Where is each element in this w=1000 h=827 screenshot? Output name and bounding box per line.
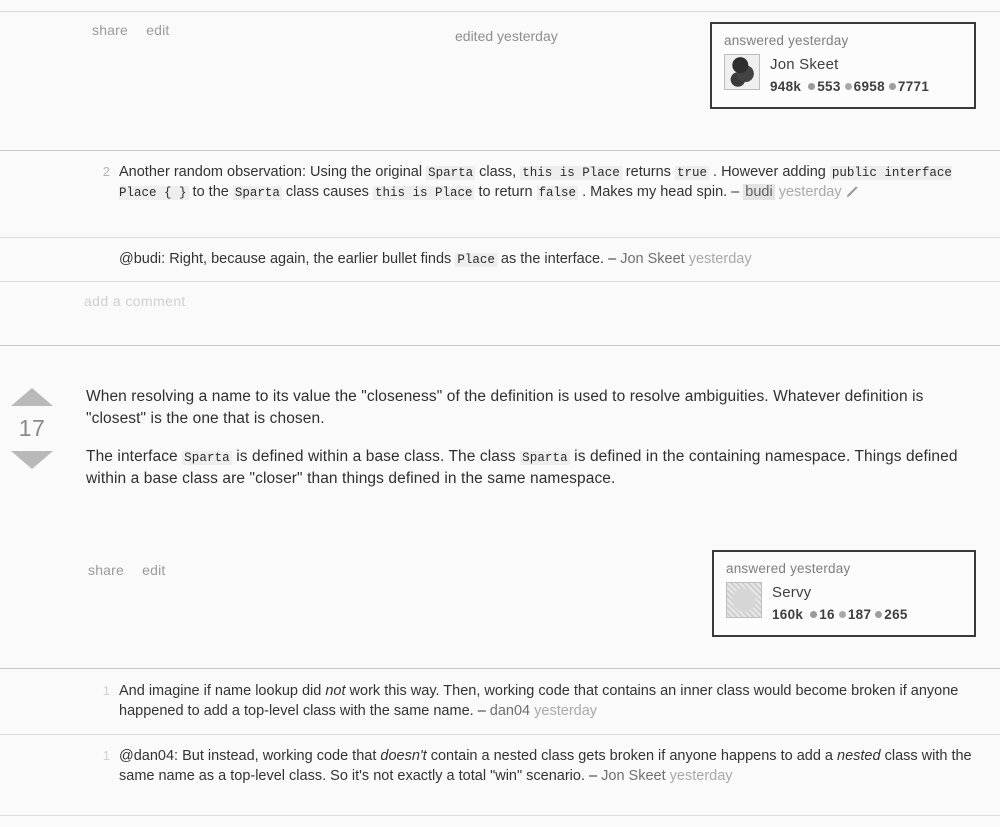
bronze-badge-dot-icon: [888, 82, 896, 90]
inline-code: Sparta: [520, 451, 570, 465]
user-card-jon-skeet[interactable]: answered yesterday Jon Skeet 948k 553 6958…: [710, 22, 976, 109]
share-button[interactable]: share: [92, 22, 128, 38]
divider-comments-second: [0, 668, 1000, 669]
divider-answers-separator: [0, 345, 1000, 346]
divider-comments-top: [0, 150, 1000, 151]
comment-row[interactable]: 2 Another random observation: Using the …: [84, 162, 974, 203]
edit-pencil-icon[interactable]: [846, 186, 858, 198]
answer-body: When resolving a name to its value the "…: [86, 386, 976, 506]
comment-score: [84, 249, 119, 269]
share-button[interactable]: share: [88, 562, 124, 578]
gold-badge-dot-icon: [808, 82, 816, 90]
inline-code: Sparta: [182, 451, 232, 465]
jon-skeet-avatar[interactable]: [724, 54, 760, 90]
comment-timestamp: yesterday: [688, 251, 752, 267]
post-actions-second: share edit: [88, 562, 180, 578]
edit-button[interactable]: edit: [142, 562, 165, 578]
gold-badge: 16: [810, 605, 835, 625]
inline-code: Place: [455, 253, 497, 267]
silver-badge-dot-icon: [844, 82, 852, 90]
emphasis-text: nested: [837, 748, 881, 764]
comment-text: And imagine if name lookup did not work …: [119, 683, 959, 719]
edit-button[interactable]: edit: [146, 22, 169, 38]
gold-badge-count: 553: [817, 78, 841, 94]
inline-code: this is Place: [372, 186, 475, 201]
vote-down-arrow-icon[interactable]: [11, 451, 53, 469]
bronze-badge: 7771: [888, 77, 930, 97]
emphasis-text: not: [325, 683, 346, 699]
silver-badge: 6958: [844, 77, 885, 97]
edited-timestamp: edited yesterday: [455, 28, 558, 44]
gold-badge-count: 16: [819, 606, 835, 622]
user-card-servy[interactable]: answered yesterday Servy 160k 16 187 265: [712, 550, 976, 637]
comment-text: @dan04: But instead, working code that d…: [119, 748, 972, 784]
vote-score: 17: [18, 415, 46, 441]
comment-row[interactable]: @budi: Right, because again, the earlier…: [84, 249, 974, 269]
divider-between-comments: [0, 237, 1000, 238]
comment-timestamp: yesterday: [778, 184, 842, 201]
user-card-time: answered yesterday: [724, 33, 849, 48]
divider-bottom: [0, 815, 1000, 816]
comment-timestamp: yesterday: [534, 703, 598, 719]
reputation-value: 948k: [770, 78, 802, 94]
user-card-stats: 948k 553 6958 7771: [770, 77, 932, 97]
comment-score: 1: [102, 683, 110, 698]
inline-code: true: [674, 166, 709, 180]
gold-badge-dot-icon: [810, 610, 818, 618]
answer-paragraph: The interface Sparta is defined within a…: [86, 448, 958, 487]
inline-code: this is Place: [520, 166, 622, 180]
emphasis-text: doesn't: [380, 748, 427, 764]
comment-score: 2: [102, 164, 110, 179]
user-card-username[interactable]: Jon Skeet: [770, 54, 932, 77]
bronze-badge-count: 265: [884, 606, 908, 622]
comment-timestamp: yesterday: [669, 768, 733, 784]
comment-text: @budi: Right, because again, the earlier…: [119, 251, 752, 267]
comment-text: Another random observation: Using the or…: [119, 164, 952, 201]
silver-badge-dot-icon: [838, 610, 846, 618]
comment-author-link[interactable]: Jon Skeet: [620, 251, 685, 267]
silver-badge-count: 6958: [853, 78, 885, 94]
reputation-value: 160k: [772, 606, 804, 622]
comment-row[interactable]: 1 And imagine if name lookup did not wor…: [84, 681, 974, 721]
bronze-badge: 265: [875, 605, 907, 625]
comment-author-link[interactable]: budi: [743, 184, 775, 201]
bronze-badge-count: 7771: [897, 78, 930, 94]
user-card-stats: 160k 16 187 265: [772, 605, 911, 625]
inline-code: false: [536, 186, 579, 201]
user-card-time: answered yesterday: [726, 561, 851, 576]
comment-row[interactable]: 1 @dan04: But instead, working code that…: [84, 746, 974, 786]
silver-badge-count: 187: [847, 606, 872, 622]
bronze-badge-dot-icon: [875, 610, 883, 618]
divider-between-comments-second: [0, 734, 1000, 735]
comment-author-link[interactable]: dan04: [490, 703, 530, 719]
post-actions-top: share edit: [92, 22, 184, 38]
answer-paragraph: When resolving a name to its value the "…: [86, 388, 924, 427]
vote-cell: 17: [2, 388, 62, 469]
divider-top: [0, 11, 1000, 12]
add-a-comment-link[interactable]: add a comment: [84, 293, 186, 309]
gold-badge: 553: [808, 77, 840, 97]
inline-code: Sparta: [232, 186, 282, 201]
user-card-username[interactable]: Servy: [772, 582, 911, 605]
silver-badge: 187: [838, 605, 872, 625]
comment-author-link[interactable]: Jon Skeet: [601, 768, 666, 784]
vote-up-arrow-icon[interactable]: [11, 388, 53, 406]
comment-score: 1: [102, 748, 110, 763]
divider-add-comment: [0, 281, 1000, 282]
servy-avatar[interactable]: [726, 582, 762, 618]
inline-code: Sparta: [426, 166, 476, 180]
